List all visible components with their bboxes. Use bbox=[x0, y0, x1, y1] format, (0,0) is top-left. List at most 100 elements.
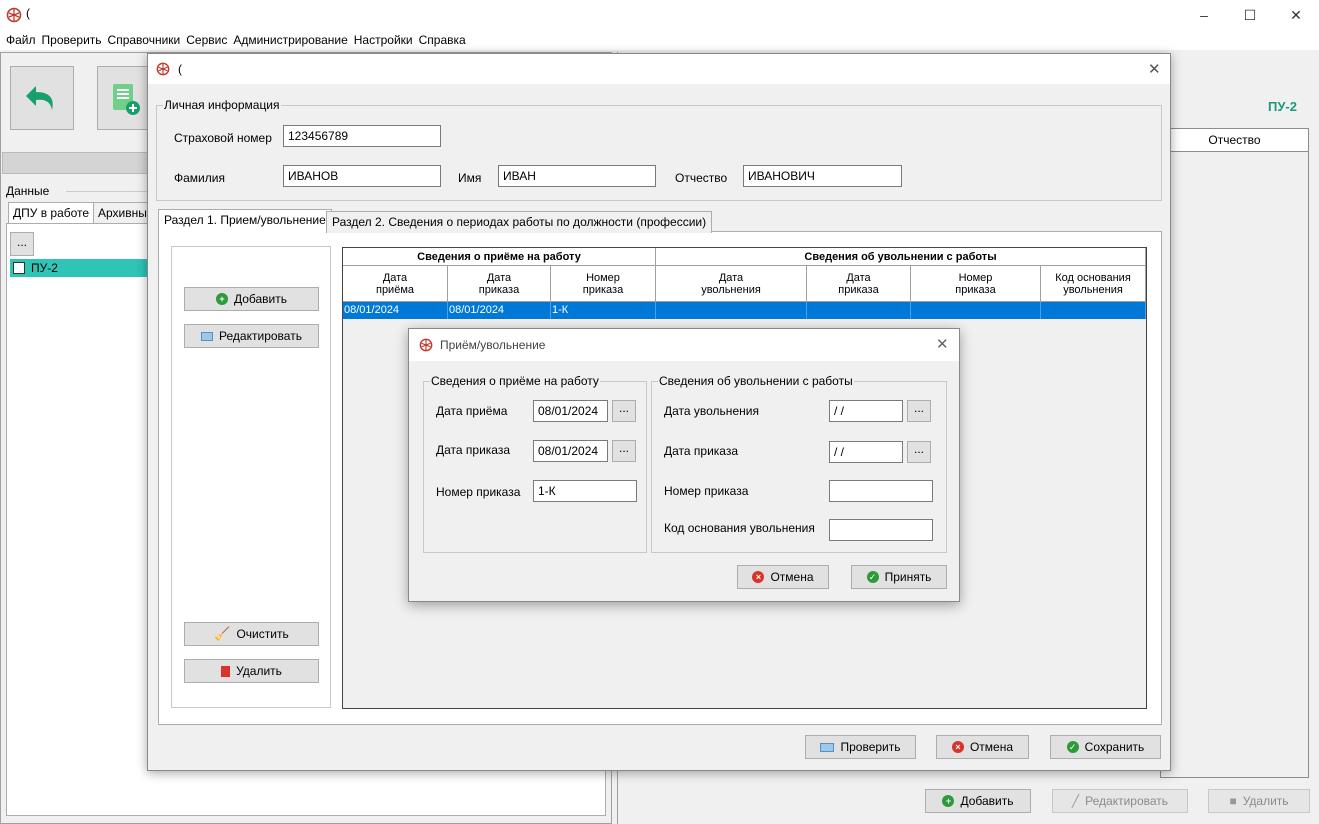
menu-settings[interactable]: Настройки bbox=[351, 33, 416, 47]
dismissal-reason-code-field[interactable] bbox=[829, 519, 933, 541]
add-record-button[interactable]: + Добавить bbox=[184, 287, 319, 311]
column-header-line: приказа bbox=[582, 284, 624, 296]
background-ellipsis-button[interactable]: ... bbox=[10, 232, 34, 256]
hire-dismissal-dialog: Приём/увольнение ✕ Сведения о приёме на … bbox=[408, 328, 960, 602]
insurance-number-field[interactable]: 123456789 bbox=[283, 125, 441, 147]
add-record-label: Добавить bbox=[233, 292, 288, 306]
column-header-patronymic[interactable]: Отчество bbox=[1160, 128, 1309, 152]
hire-order-date-picker-button[interactable]: ... bbox=[612, 440, 636, 462]
dismissal-date-label: Дата увольнения bbox=[664, 404, 759, 418]
dismissal-order-number-field[interactable] bbox=[829, 480, 933, 502]
column-header-line: Номер bbox=[958, 272, 993, 284]
dialog-title: ( bbox=[178, 62, 182, 76]
clear-label: Очистить bbox=[236, 627, 289, 641]
table-cell[interactable]: 08/01/2024 bbox=[343, 302, 448, 319]
tab-section-2[interactable]: Раздел 2. Сведения о периодах работы по … bbox=[326, 211, 713, 233]
plus-icon: + bbox=[942, 795, 955, 807]
cancel-button[interactable]: × Отмена bbox=[936, 735, 1029, 759]
list-item[interactable]: ПУ-2 bbox=[10, 259, 150, 277]
column-header-line: Код основания bbox=[1055, 272, 1131, 284]
cancel-x-icon: × bbox=[752, 571, 765, 583]
tab-section-1[interactable]: Раздел 1. Прием/увольнение bbox=[158, 209, 332, 233]
column-header-line: увольнения bbox=[701, 284, 761, 296]
tab-dpu-in-work[interactable]: ДПУ в работе bbox=[8, 202, 95, 224]
back-button[interactable] bbox=[10, 66, 74, 130]
hire-info-legend: Сведения о приёме на работу bbox=[430, 374, 600, 388]
column-header-dismissal-order-number[interactable]: Номер приказа bbox=[911, 266, 1041, 302]
dialog-close-button[interactable]: ✕ bbox=[1148, 60, 1161, 78]
save-button[interactable]: ✓ Сохранить bbox=[1050, 735, 1161, 759]
column-header-line: Номер bbox=[586, 272, 620, 284]
column-header-dismissal-reason-code[interactable]: Код основания увольнения bbox=[1041, 266, 1146, 302]
menu-administration[interactable]: Администрирование bbox=[230, 33, 350, 47]
bg-edit-label: Редактировать bbox=[1085, 794, 1169, 808]
menu-check[interactable]: Проверить bbox=[39, 33, 105, 47]
pencil-icon: ╱ bbox=[1071, 794, 1080, 808]
clear-button[interactable]: 🧹 Очистить bbox=[184, 622, 319, 646]
trash-icon: ■ bbox=[1229, 794, 1237, 808]
broom-icon: 🧹 bbox=[214, 626, 231, 641]
patronymic-label: Отчество bbox=[675, 171, 728, 185]
accept-button[interactable]: ✓ Принять bbox=[851, 565, 947, 589]
menu-help[interactable]: Справка bbox=[416, 33, 469, 47]
table-cell[interactable] bbox=[1041, 302, 1146, 319]
hire-date-picker-button[interactable]: ... bbox=[612, 400, 636, 422]
bg-delete-button[interactable]: ■ Удалить bbox=[1208, 789, 1310, 813]
firstname-field[interactable]: ИВАН bbox=[498, 165, 656, 187]
bg-add-label: Добавить bbox=[960, 794, 1014, 808]
menu-service[interactable]: Сервис bbox=[183, 33, 230, 47]
row-checkbox[interactable] bbox=[13, 262, 25, 274]
table-cell[interactable] bbox=[656, 302, 807, 319]
column-header-line: приказа bbox=[955, 284, 996, 296]
dismissal-date-picker-button[interactable]: ... bbox=[907, 400, 931, 422]
dialog2-cancel-button[interactable]: × Отмена bbox=[737, 565, 829, 589]
close-button[interactable]: ✕ bbox=[1273, 0, 1319, 30]
column-header-line: Дата bbox=[718, 272, 744, 284]
new-document-button[interactable] bbox=[97, 66, 149, 130]
insurance-number-label: Страховой номер bbox=[174, 131, 272, 145]
column-header-line: Дата bbox=[846, 272, 871, 284]
dismissal-reason-code-label: Код основания увольнения bbox=[664, 521, 815, 535]
menu-file[interactable]: Файл bbox=[3, 33, 39, 47]
column-header-hire-order-number[interactable]: Номер приказа bbox=[551, 266, 656, 302]
main-title: ( bbox=[26, 6, 30, 20]
bg-edit-button[interactable]: ╱ Редактировать bbox=[1052, 789, 1188, 813]
column-header-line: приказа bbox=[478, 284, 520, 296]
right-grid bbox=[1160, 128, 1309, 778]
cancel-x-icon: × bbox=[951, 741, 964, 753]
dialog-titlebar: Приём/увольнение ✕ bbox=[409, 329, 959, 361]
column-header-line: приёма bbox=[375, 284, 415, 296]
check-label: Проверить bbox=[840, 740, 901, 754]
app-logo-icon bbox=[419, 338, 433, 352]
data-group-label: Данные bbox=[6, 184, 52, 198]
column-header-line: Дата bbox=[486, 272, 512, 284]
dismissal-order-date-field[interactable]: / / bbox=[829, 441, 903, 463]
dismissal-date-field[interactable]: / / bbox=[829, 400, 903, 422]
patronymic-field[interactable]: ИВАНОВИЧ bbox=[743, 165, 902, 187]
hire-order-date-field[interactable]: 08/01/2024 bbox=[533, 440, 608, 462]
firstname-label: Имя bbox=[458, 171, 482, 185]
delete-record-button[interactable]: Удалить bbox=[184, 659, 319, 683]
check-button[interactable]: Проверить bbox=[805, 735, 916, 759]
menu-references[interactable]: Справочники bbox=[105, 33, 184, 47]
table-cell[interactable]: 08/01/2024 bbox=[448, 302, 551, 319]
column-header-hire-order-date[interactable]: Дата приказа bbox=[448, 266, 551, 302]
bg-add-button[interactable]: + Добавить bbox=[925, 789, 1031, 813]
table-cell[interactable] bbox=[911, 302, 1041, 319]
hire-order-number-field[interactable]: 1-К bbox=[533, 480, 637, 502]
dismissal-order-date-picker-button[interactable]: ... bbox=[907, 441, 931, 463]
column-header-hire-date[interactable]: Дата приёма bbox=[343, 266, 448, 302]
column-header-dismissal-order-date[interactable]: Дата приказа bbox=[807, 266, 911, 302]
edit-record-label: Редактировать bbox=[219, 329, 302, 343]
maximize-button[interactable]: ☐ bbox=[1227, 0, 1273, 30]
column-header-line: приказа bbox=[838, 284, 879, 296]
hire-order-date-label: Дата приказа bbox=[436, 443, 511, 457]
edit-record-button[interactable]: Редактировать bbox=[184, 324, 319, 348]
table-cell[interactable]: 1-К bbox=[551, 302, 656, 319]
hire-date-field[interactable]: 08/01/2024 bbox=[533, 400, 608, 422]
minimize-button[interactable]: – bbox=[1181, 0, 1227, 30]
column-header-dismissal-date[interactable]: Дата увольнения bbox=[656, 266, 807, 302]
table-cell[interactable] bbox=[807, 302, 911, 319]
lastname-field[interactable]: ИВАНОВ bbox=[283, 165, 441, 187]
dialog-close-button[interactable]: ✕ bbox=[936, 335, 949, 353]
